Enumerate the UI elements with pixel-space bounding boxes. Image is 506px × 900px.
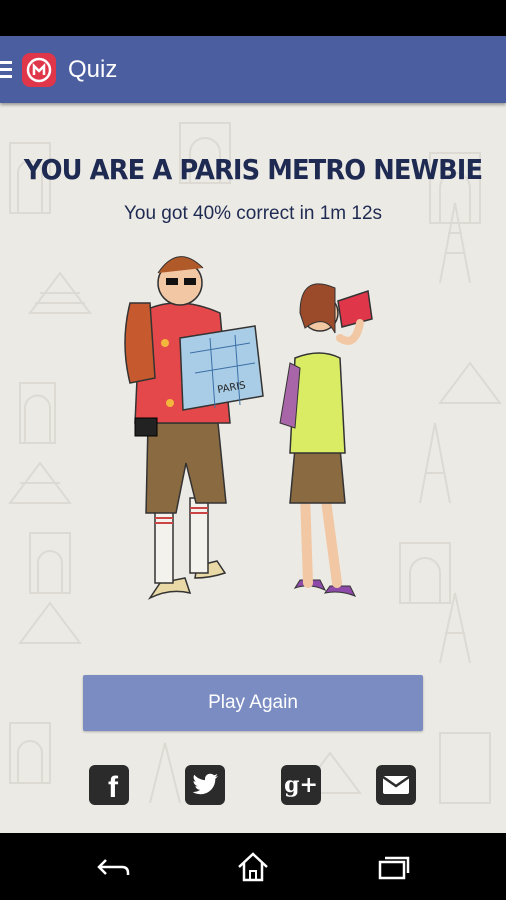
home-icon[interactable] [233, 847, 273, 887]
twitter-icon[interactable] [185, 765, 225, 805]
facebook-glyph: f [108, 771, 118, 804]
recents-icon[interactable] [374, 847, 414, 887]
app-bar: Quiz [0, 36, 506, 103]
google-plus-icon[interactable]: g+ [281, 765, 321, 805]
google-plus-glyph: g+ [284, 772, 318, 798]
metro-logo-icon[interactable] [22, 52, 56, 87]
quiz-result-screen: YOU ARE A PARIS METRO NEWBIE You got 40%… [0, 103, 506, 833]
email-icon[interactable] [376, 765, 416, 805]
menu-icon[interactable] [0, 61, 14, 78]
male-tourist: PARIS [124, 256, 264, 600]
result-headline: YOU ARE A PARIS METRO NEWBIE [23, 153, 483, 186]
back-icon[interactable] [92, 847, 132, 887]
play-again-button[interactable]: Play Again [83, 675, 423, 731]
score-text: You got 40% correct in 1m 12s [123, 203, 383, 224]
facebook-icon[interactable]: f [89, 765, 129, 805]
female-tourist [279, 283, 373, 597]
status-bar [0, 0, 506, 36]
app-title: Quiz [68, 55, 118, 83]
system-nav-bar [0, 833, 506, 900]
tourists-illustration: PARIS [124, 256, 373, 600]
